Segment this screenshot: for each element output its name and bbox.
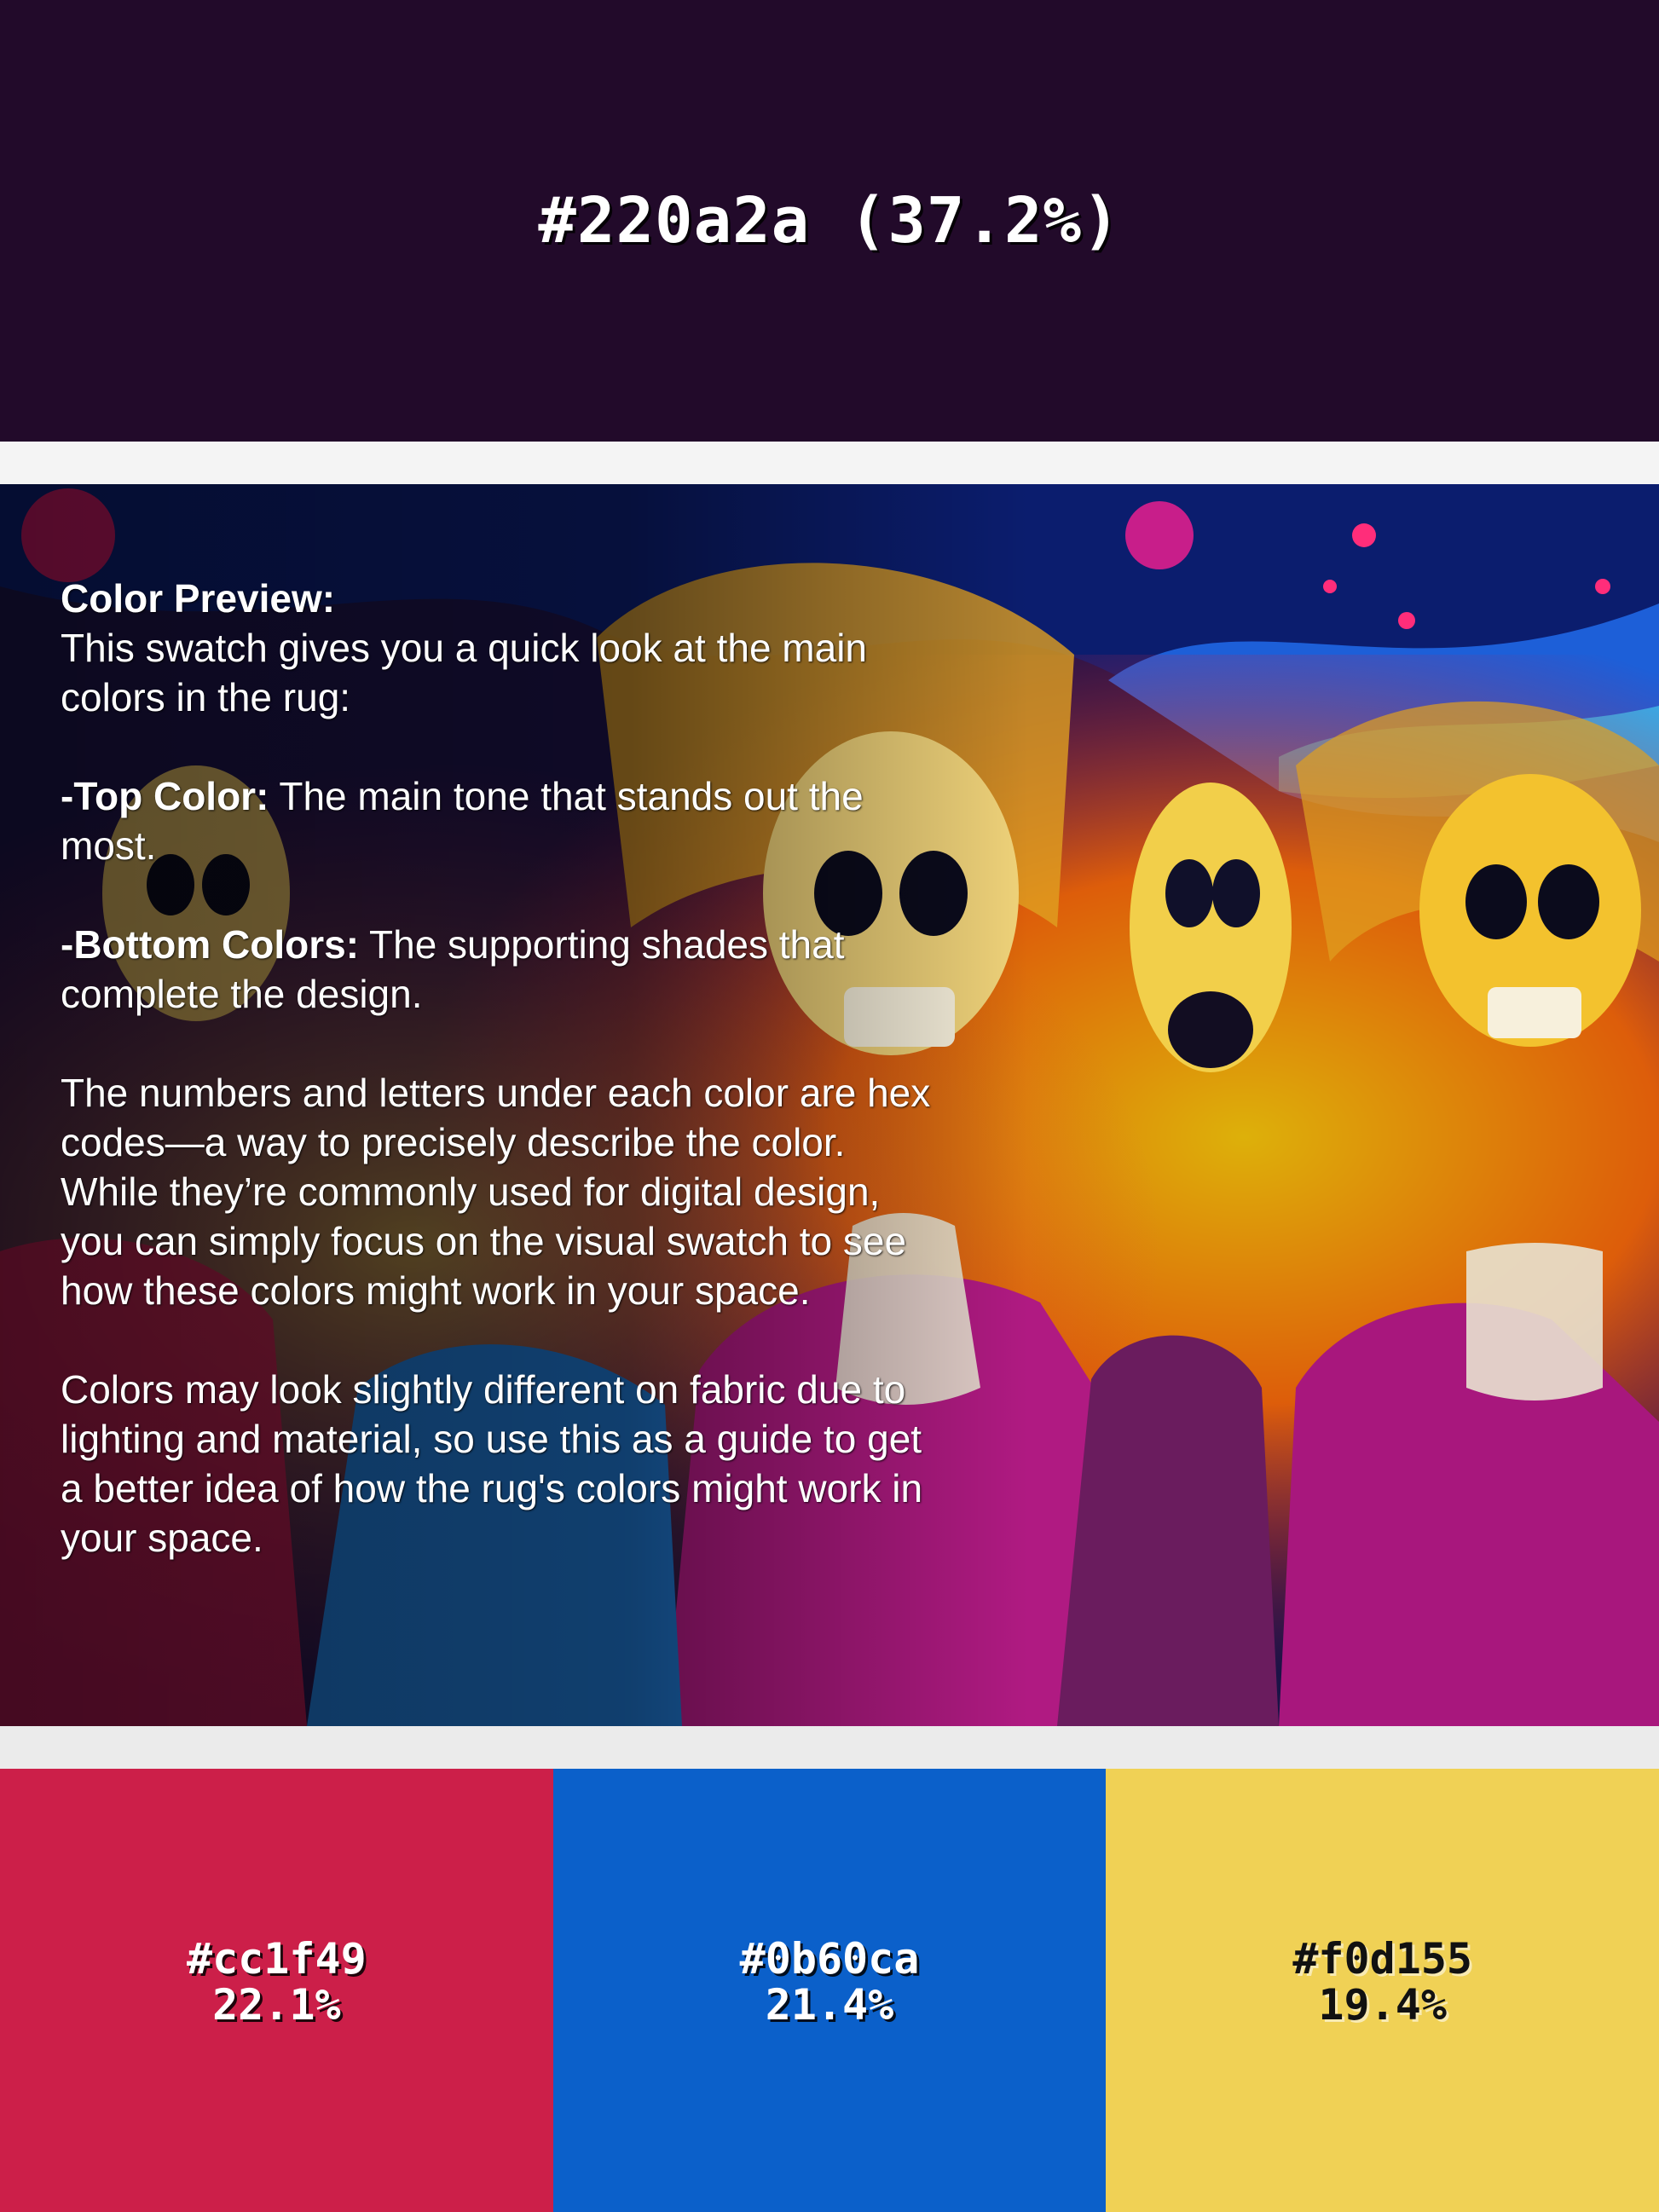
swatch-hex-code: #0b60ca <box>739 1934 920 1984</box>
color-preview-description: Color Preview: This swatch gives you a q… <box>61 574 947 1612</box>
color-accuracy-disclaimer: Colors may look slightly different on fa… <box>61 1367 923 1560</box>
color-preview-heading: Color Preview: <box>61 576 336 621</box>
color-preview-intro: This swatch gives you a quick look at th… <box>61 626 868 719</box>
rug-preview-panel: Color Preview: This swatch gives you a q… <box>0 484 1659 1726</box>
swatch-hex-code: #f0d155 <box>1292 1934 1473 1984</box>
swatch-percentage: 22.1% <box>212 1980 341 2030</box>
swatch-percentage: 21.4% <box>765 1980 894 2030</box>
swatch-2: #0b60ca 21.4% <box>552 1769 1107 2212</box>
hex-code-explanation: The numbers and letters under each color… <box>61 1071 931 1313</box>
swatch-3: #f0d155 19.4% <box>1106 1769 1659 2212</box>
top-color-term: -Top Color: <box>61 774 269 818</box>
secondary-swatches: #cc1f49 22.1% #0b60ca 21.4% #f0d155 19.4… <box>0 1769 1659 2212</box>
bottom-colors-term: -Bottom Colors: <box>61 922 360 967</box>
color-palette-page: #220a2a (37.2%) Color Preview: This swat… <box>0 0 1659 2212</box>
swatch-hex-code: #cc1f49 <box>186 1934 367 1984</box>
top-color-band: #220a2a (37.2%) <box>0 0 1659 442</box>
swatch-1: #cc1f49 22.1% <box>0 1769 553 2212</box>
top-color-label: #220a2a (37.2%) <box>538 184 1121 257</box>
swatch-percentage: 19.4% <box>1318 1980 1447 2030</box>
